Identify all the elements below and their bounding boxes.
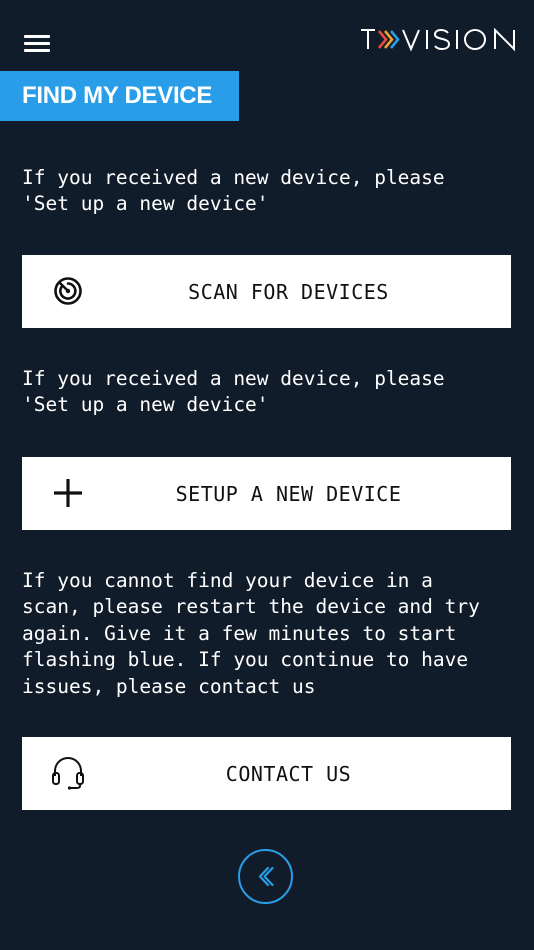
contact-button-label: CONTACT US xyxy=(225,761,352,786)
tvision-logo xyxy=(360,27,518,52)
page-title-banner: FIND MY DEVICE xyxy=(0,71,239,121)
scan-button-label: SCAN FOR DEVICES xyxy=(188,279,389,304)
menu-bar xyxy=(24,49,50,52)
contact-info-text: If you cannot find your device in a scan… xyxy=(22,569,480,698)
menu-bar xyxy=(24,42,50,45)
page-title: FIND MY DEVICE xyxy=(22,82,213,109)
contact-us-button[interactable]: CONTACT US xyxy=(22,737,511,810)
menu-bar xyxy=(24,35,50,38)
setup-button-label: SETUP A NEW DEVICE xyxy=(175,481,402,506)
scan-for-devices-button[interactable]: SCAN FOR DEVICES xyxy=(22,255,511,328)
logo-graphic xyxy=(361,27,515,52)
setup-new-device-button[interactable]: SETUP A NEW DEVICE xyxy=(22,457,511,530)
setup-info-text: If you received a new device, please 'Se… xyxy=(22,367,445,417)
scan-info-text: If you received a new device, please 'Se… xyxy=(22,166,445,216)
hamburger-menu-icon[interactable] xyxy=(22,33,52,53)
back-button[interactable] xyxy=(238,849,293,904)
chevron-left-icon xyxy=(258,866,274,887)
